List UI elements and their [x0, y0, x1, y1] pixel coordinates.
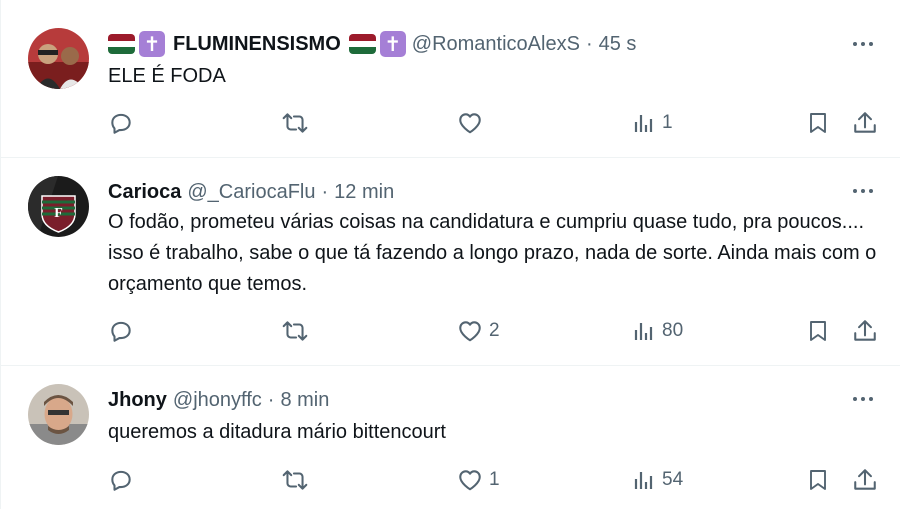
retweet-icon: [282, 321, 308, 341]
share-button[interactable]: [852, 316, 878, 346]
share-icon: [854, 469, 876, 490]
avatar-image: [28, 28, 89, 89]
more-options-icon[interactable]: [848, 181, 878, 201]
action-bar: 2 80: [0, 316, 900, 346]
share-button[interactable]: [852, 108, 878, 138]
views-icon: [634, 472, 653, 489]
timestamp[interactable]: 45 s: [599, 33, 637, 56]
retweet-button[interactable]: [281, 465, 315, 495]
tweet-text: queremos a ditadura mário bittencourt: [108, 421, 446, 443]
separator: ·: [585, 32, 593, 55]
avatar[interactable]: [28, 384, 89, 445]
views-button[interactable]: 54: [632, 465, 683, 495]
share-button[interactable]: [852, 465, 878, 495]
tweet-text: O fodão, prometeu várias coisas na candi…: [108, 211, 877, 295]
like-button[interactable]: 2: [457, 316, 500, 346]
views-icon: [634, 115, 653, 132]
like-button[interactable]: 1: [457, 465, 500, 495]
tweet-header: Carioca @_CariocaFlu · 12 min: [108, 178, 394, 206]
timeline: ✝ FLUMINENSISMO ✝ @RomanticoAlexS · 45 s…: [0, 0, 900, 509]
bookmark-icon: [810, 470, 826, 490]
share-icon: [854, 320, 876, 341]
more-options-icon[interactable]: [848, 389, 878, 409]
retweet-icon: [282, 470, 308, 490]
avatar-image: [28, 384, 89, 445]
display-name[interactable]: Jhony: [108, 389, 167, 412]
views-button[interactable]: 80: [632, 316, 683, 346]
bookmark-button[interactable]: [806, 108, 830, 138]
likes-count: 2: [489, 320, 500, 341]
flag-icon: [108, 34, 135, 54]
views-count: 54: [662, 469, 684, 490]
user-handle[interactable]: @_CariocaFlu: [187, 181, 315, 204]
like-button[interactable]: [457, 108, 489, 138]
tweet-header: Jhony @jhonyffc · 8 min: [108, 386, 329, 414]
heart-icon: [459, 470, 481, 491]
cross-icon: ✝: [379, 31, 406, 57]
views-icon: [634, 323, 653, 340]
reply-icon: [111, 321, 131, 342]
action-bar: 1: [0, 108, 900, 138]
svg-text:F: F: [54, 206, 63, 221]
bookmark-icon: [810, 113, 826, 133]
bookmark-button[interactable]: [806, 316, 830, 346]
retweet-button[interactable]: [281, 108, 315, 138]
tweet[interactable]: Jhony @jhonyffc · 8 min queremos a ditad…: [0, 366, 900, 509]
retweet-icon: [282, 113, 308, 133]
display-name[interactable]: FLUMINENSISMO: [173, 33, 341, 56]
cross-icon: ✝: [139, 31, 165, 57]
avatar[interactable]: F: [28, 176, 89, 237]
heart-icon: [459, 321, 481, 342]
views-count: 80: [662, 320, 684, 341]
avatar-image: F: [28, 176, 89, 237]
reply-icon: [111, 113, 131, 134]
user-handle[interactable]: @RomanticoAlexS: [412, 33, 580, 56]
reply-button[interactable]: [108, 108, 140, 138]
avatar[interactable]: [28, 28, 89, 89]
separator: ·: [267, 388, 275, 411]
flag-icon: [348, 34, 376, 54]
bookmark-button[interactable]: [806, 465, 830, 495]
tweet-header: ✝ FLUMINENSISMO ✝ @RomanticoAlexS · 45 s: [108, 30, 636, 58]
reply-button[interactable]: [108, 465, 140, 495]
reply-icon: [111, 470, 131, 491]
tweet[interactable]: F Carioca @_CariocaFlu · 12 min O fodão,…: [0, 158, 900, 366]
more-options-icon[interactable]: [848, 34, 878, 54]
timestamp[interactable]: 8 min: [280, 389, 329, 412]
bookmark-icon: [810, 321, 826, 341]
reply-button[interactable]: [108, 316, 140, 346]
views-button[interactable]: 1: [632, 108, 673, 138]
heart-icon: [459, 113, 481, 134]
separator: ·: [321, 180, 329, 203]
display-name[interactable]: Carioca: [108, 181, 181, 204]
timestamp[interactable]: 12 min: [334, 181, 394, 204]
user-handle[interactable]: @jhonyffc: [173, 389, 262, 412]
tweet-text: ELE É FODA: [108, 65, 226, 87]
tweet[interactable]: ✝ FLUMINENSISMO ✝ @RomanticoAlexS · 45 s…: [0, 8, 900, 158]
views-count: 1: [662, 112, 673, 133]
action-bar: 1 54: [0, 465, 900, 495]
share-icon: [854, 112, 876, 133]
retweet-button[interactable]: [281, 316, 315, 346]
likes-count: 1: [489, 469, 500, 490]
